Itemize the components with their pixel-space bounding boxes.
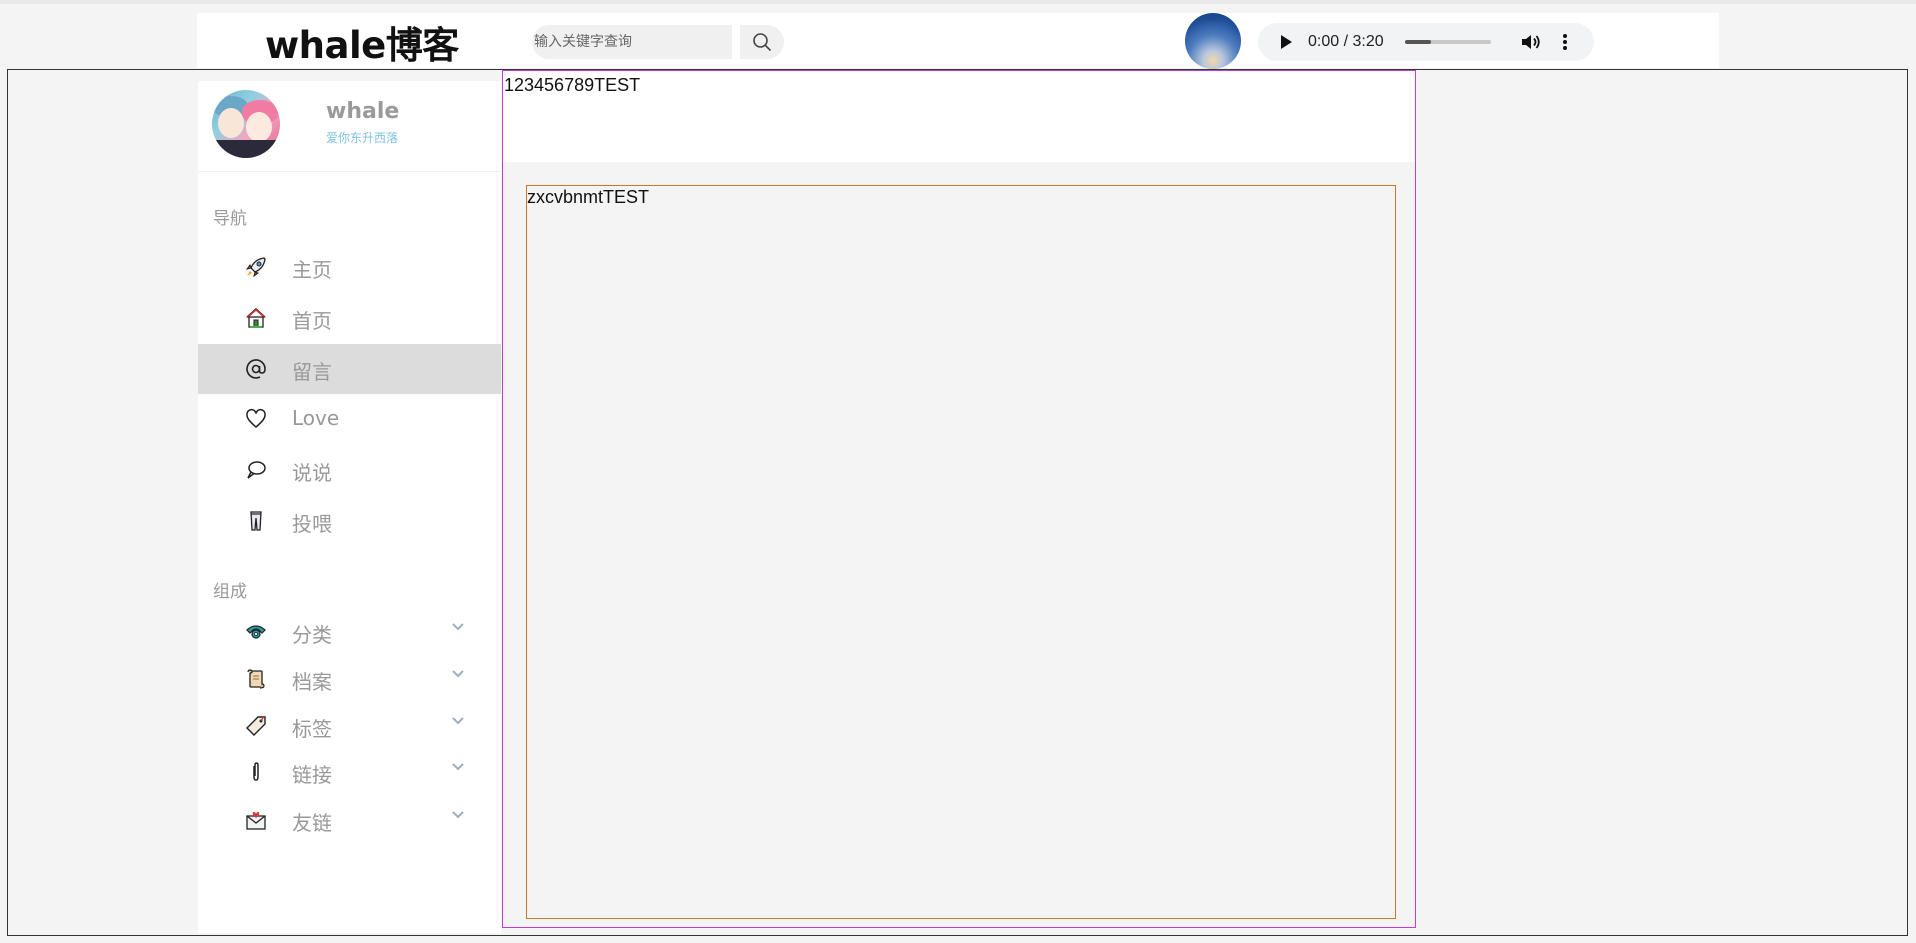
banner-text: 123456789TEST: [504, 75, 641, 95]
love-letter-icon: [243, 807, 269, 833]
heart-icon: [243, 406, 269, 432]
sidebar-item-label: 投喂: [292, 512, 332, 536]
sidebar-item-label: Love: [292, 406, 340, 430]
chevron-down-icon[interactable]: [450, 619, 466, 635]
sidebar-item-label: 主页: [292, 258, 332, 282]
message-panel: zxcvbnmtTEST: [526, 185, 1396, 919]
main-content: 123456789TEST zxcvbnmtTEST: [502, 70, 1416, 928]
audio-progress-fill: [1405, 40, 1431, 44]
header-bar: whale博客 0:00 / 3:20: [197, 13, 1719, 69]
telephone-icon: [243, 619, 269, 645]
sidebar-item-moments[interactable]: 说说: [198, 445, 501, 495]
sidebar-item-label: 说说: [292, 461, 332, 485]
volume-icon[interactable]: [1520, 32, 1542, 52]
house-icon: [243, 305, 269, 331]
content-banner: 123456789TEST: [503, 71, 1415, 162]
sidebar-item-label: 档案: [292, 670, 332, 694]
profile-card: whale 爱你东升西落: [198, 81, 501, 172]
more-options-icon[interactable]: [1560, 32, 1570, 52]
sidebar-item-categories[interactable]: 分类: [198, 607, 501, 657]
sidebar-item-messages[interactable]: 留言: [198, 344, 501, 394]
chevron-down-icon[interactable]: [450, 666, 466, 682]
play-icon[interactable]: [1276, 32, 1296, 52]
sidebar-item-label: 链接: [292, 763, 332, 787]
sidebar-item-love[interactable]: Love: [198, 394, 501, 444]
chevron-down-icon[interactable]: [450, 759, 466, 775]
chevron-down-icon[interactable]: [450, 807, 466, 823]
audio-player: 0:00 / 3:20: [1258, 23, 1594, 61]
sidebar-item-label: 首页: [292, 309, 332, 333]
speech-bubble-icon: [243, 457, 269, 483]
at-icon: [243, 356, 269, 382]
scroll-icon: [243, 666, 269, 692]
top-divider: [0, 0, 1916, 4]
sidebar-item-archive[interactable]: 档案: [198, 654, 501, 704]
sidebar-item-friend-links[interactable]: 友链: [198, 795, 501, 845]
avatar[interactable]: [212, 90, 280, 158]
nav-section-title: 导航: [213, 209, 247, 229]
sidebar-item-label: 友链: [292, 811, 332, 835]
profile-name: whale: [326, 99, 400, 124]
sidebar-item-donate[interactable]: 投喂: [198, 496, 501, 546]
panel-text: zxcvbnmtTEST: [527, 187, 650, 207]
trousers-icon: [243, 508, 269, 534]
sidebar-item-label: 标签: [292, 717, 332, 741]
chevron-down-icon[interactable]: [450, 713, 466, 729]
music-cover-disc[interactable]: [1185, 13, 1241, 69]
site-brand[interactable]: whale博客: [265, 15, 459, 69]
audio-progress-slider[interactable]: [1405, 40, 1491, 44]
search-input[interactable]: [532, 25, 732, 59]
sidebar-item-label: 留言: [292, 360, 332, 384]
sidebar-item-label: 分类: [292, 623, 332, 647]
sidebar-item-links[interactable]: 链接: [198, 747, 501, 797]
paperclip-icon: [243, 759, 269, 785]
sidebar-item-home[interactable]: 主页: [198, 242, 501, 292]
sidebar: whale 爱你东升西落 导航 主页 首页 留言 Love 说说 投喂 组成 分…: [198, 81, 501, 933]
sidebar-item-index[interactable]: 首页: [198, 293, 501, 343]
tag-icon: [243, 713, 269, 739]
audio-time: 0:00 / 3:20: [1308, 33, 1384, 50]
rocket-icon: [243, 254, 269, 280]
profile-motto: 爱你东升西落: [326, 131, 399, 145]
search-button[interactable]: [740, 25, 784, 59]
sidebar-item-tags[interactable]: 标签: [198, 701, 501, 751]
search-icon: [753, 33, 771, 51]
compose-section-title: 组成: [213, 582, 247, 602]
